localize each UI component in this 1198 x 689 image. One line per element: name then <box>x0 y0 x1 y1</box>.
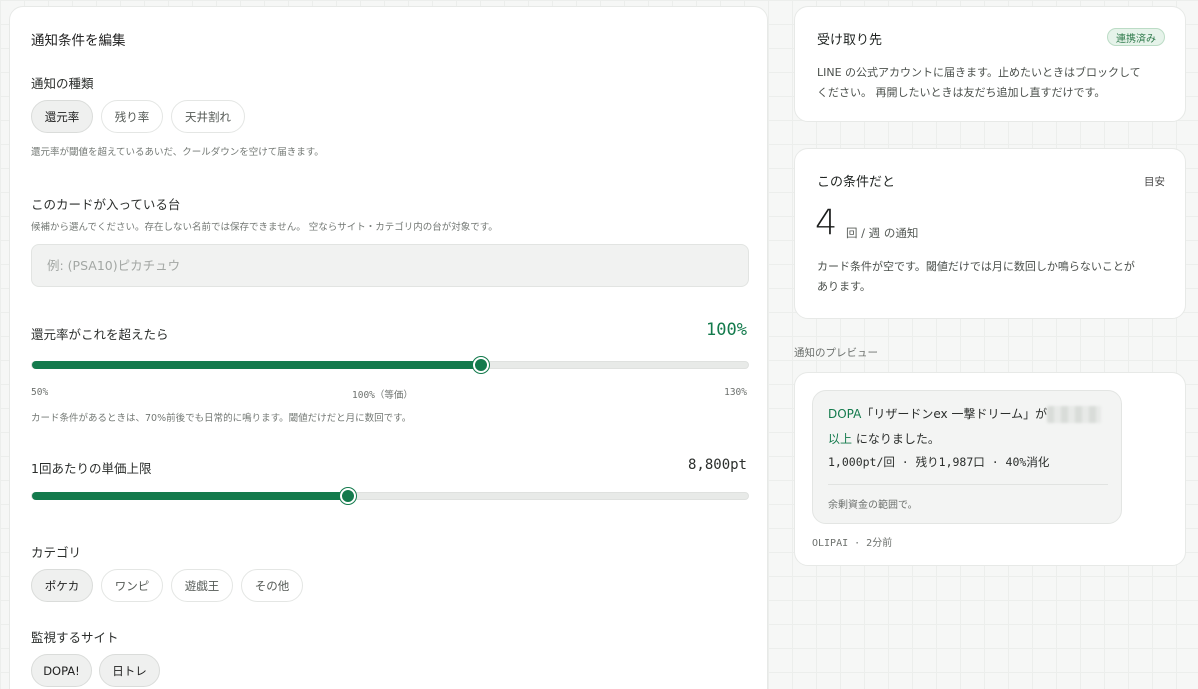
preview-site-name: DOPA <box>828 407 862 421</box>
type-option-remaining-rate[interactable]: 残り率 <box>101 100 163 133</box>
preview-line1: DOPA「リザードンex 一撃ドリーム」が <box>828 405 1102 423</box>
return-rate-value: 100% <box>706 320 747 340</box>
category-option-other[interactable]: その他 <box>241 569 303 602</box>
redacted-value <box>1047 406 1102 423</box>
estimate-note-line1: カード条件が空です。閾値だけでは月に数回しか鳴らないことが <box>817 260 1135 273</box>
preview-line2-rest: になりました。 <box>852 432 940 446</box>
return-rate-tick-mid: 100%（等価） <box>352 390 413 401</box>
price-limit-value: 8,800pt <box>687 457 747 473</box>
preview-divider <box>828 484 1108 485</box>
return-rate-help: カード条件があるときは、70%前後でも日常的に鳴ります。閾値だけだと月に数回です… <box>31 413 412 424</box>
preview-card: DOPA「リザードンex 一撃ドリーム」が 以上 になりました。 1,000pt… <box>794 372 1186 566</box>
estimate-card: この条件だと 目安 4 回 / 週 の通知 カード条件が空です。閾値だけでは月に… <box>794 148 1186 319</box>
return-rate-tick-min: 50% <box>31 387 49 398</box>
preview-line2: 以上 になりました。 <box>828 430 940 447</box>
linked-status-badge: 連携済み <box>1107 28 1165 46</box>
price-limit-label: 1回あたりの単価上限 <box>31 461 152 476</box>
destination-text-line1: LINE の公式アカウントに届きます。止めたいときはブロックして <box>817 66 1141 79</box>
form-title: 通知条件を編集 <box>31 33 126 49</box>
card-machine-help: 候補から選んでください。存在しない名前では保存できません。 空ならサイト・カテゴ… <box>31 222 498 233</box>
notification-type-help: 還元率が閾値を超えているあいだ、クールダウンを空けて届きます。 <box>31 147 324 158</box>
estimate-title: この条件だと <box>817 175 896 190</box>
notification-type-label: 通知の種類 <box>31 76 94 91</box>
price-limit-slider-fill <box>32 492 348 500</box>
destination-text-line2: ください。 再開したいときは友だち追加し直すだけです。 <box>817 86 1106 99</box>
card-search-input[interactable] <box>31 244 749 287</box>
destination-title: 受け取り先 <box>817 33 883 48</box>
destination-card: 受け取り先 連携済み LINE の公式アカウントに届きます。止めたいときはブロッ… <box>794 6 1186 122</box>
preview-message-bubble: DOPA「リザードンex 一撃ドリーム」が 以上 になりました。 1,000pt… <box>812 390 1122 524</box>
type-option-ceiling-break[interactable]: 天井割れ <box>171 100 245 133</box>
site-option-nitore[interactable]: 日トレ <box>99 654 160 687</box>
preview-stats: 1,000pt/回 · 残り1,987口 · 40%消化 <box>828 455 1050 469</box>
category-option-pokeca[interactable]: ポケカ <box>31 569 93 602</box>
return-rate-slider[interactable] <box>31 357 749 373</box>
type-option-return-rate[interactable]: 還元率 <box>31 100 93 133</box>
category-label: カテゴリ <box>31 545 82 560</box>
preview-highlight: 以上 <box>828 432 853 446</box>
preview-footer: 余剰資金の範囲で。 <box>828 500 918 511</box>
site-option-dopa[interactable]: DOPA! <box>31 654 92 687</box>
preview-meta: OLIPAI · 2分前 <box>812 538 893 549</box>
estimate-note-line2: あります。 <box>817 280 871 293</box>
sites-label: 監視するサイト <box>31 630 119 645</box>
estimate-unit: 回 / 週 の通知 <box>846 226 919 240</box>
return-rate-label: 還元率がこれを超えたら <box>31 327 169 342</box>
preview-label: 通知のプレビュー <box>794 347 878 359</box>
return-rate-slider-thumb[interactable] <box>472 357 489 373</box>
edit-conditions-card: 通知条件を編集 通知の種類 還元率 残り率 天井割れ 還元率が閾値を超えているあ… <box>9 6 768 689</box>
category-option-onepiece[interactable]: ワンピ <box>101 569 163 602</box>
return-rate-slider-fill <box>32 361 481 369</box>
card-machine-label: このカードが入っている台 <box>31 197 181 212</box>
estimate-count: 4 <box>815 203 838 243</box>
price-limit-slider-thumb[interactable] <box>339 488 356 504</box>
price-limit-slider[interactable] <box>31 488 749 504</box>
preview-card-name: 「リザードンex 一撃ドリーム」が <box>861 407 1048 421</box>
estimate-tag: 目安 <box>1144 176 1165 188</box>
return-rate-tick-max: 130% <box>724 387 747 398</box>
category-option-yugioh[interactable]: 遊戯王 <box>171 569 233 602</box>
